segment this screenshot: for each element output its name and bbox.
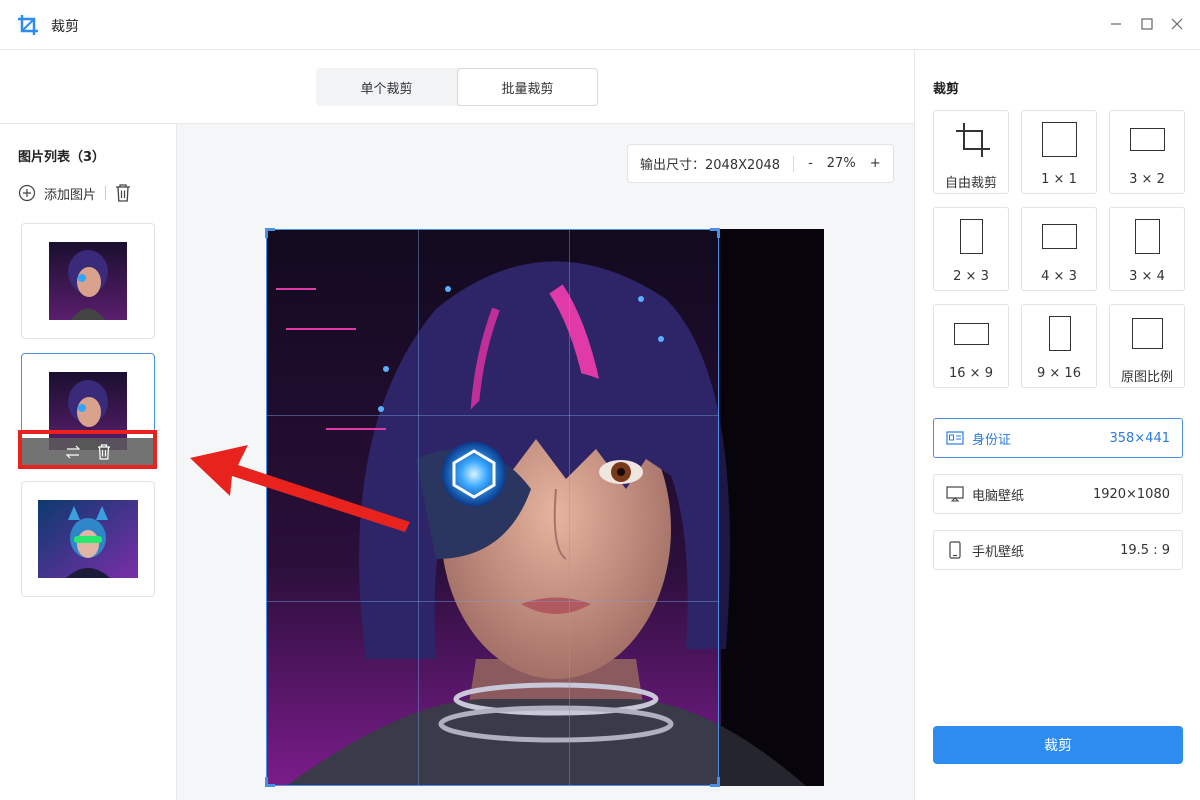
close-icon: [1171, 18, 1183, 30]
thumbnail-card-selected[interactable]: [21, 353, 155, 469]
image-list-panel: 图片列表（3） 添加图片: [0, 124, 177, 800]
trash-icon: [116, 184, 131, 202]
thumbnail-card[interactable]: [21, 223, 155, 339]
thumbnail-action-bar: [22, 438, 154, 466]
ratio-label: 3 × 2: [1129, 172, 1165, 187]
minimize-icon: [1111, 23, 1121, 25]
replace-icon[interactable]: [65, 445, 81, 459]
ratio-label: 16 × 9: [949, 366, 993, 381]
add-image-label: 添加图片: [44, 187, 97, 203]
preset-value: 19.5 : 9: [1120, 542, 1170, 558]
ratio-label: 1 × 1: [1041, 172, 1077, 187]
preset-value: 1920×1080: [1092, 486, 1170, 502]
preset-value: 358×441: [1109, 430, 1170, 446]
ratio-shape: [954, 323, 989, 345]
mode-bar: 单个裁剪 批量裁剪: [0, 50, 914, 124]
output-divider: [793, 155, 795, 172]
ratio-shape: [1132, 318, 1163, 349]
ratio-1x1-button[interactable]: 1 × 1: [1021, 110, 1097, 194]
ratio-2x3-button[interactable]: 2 × 3: [933, 207, 1009, 291]
zoom-in-button[interactable]: +: [866, 156, 885, 171]
image-list-title: 图片列表（3）: [18, 150, 106, 165]
ratio-4x3-button[interactable]: 4 × 3: [1021, 207, 1097, 291]
output-size-label: 输出尺寸：2048X2048: [640, 158, 781, 173]
preset-phone-wallpaper[interactable]: 手机壁纸 19.5 : 9: [933, 530, 1183, 570]
crop-options-panel: 裁剪 自由裁剪 1 × 1 3 × 2 2 × 3 4 × 3 3 × 4 16…: [914, 50, 1200, 800]
crop-submit-button[interactable]: 裁剪: [933, 726, 1183, 764]
preset-label: 电脑壁纸: [972, 488, 1025, 504]
ratio-shape: [1130, 128, 1165, 151]
crop-handle-top-left[interactable]: [265, 228, 275, 238]
image-list-toolbar: 添加图片: [18, 182, 131, 204]
thumbnail-image: [38, 500, 138, 578]
ratio-shape: [1049, 316, 1071, 351]
crop-outside-shade: [719, 229, 824, 786]
ratio-shape: [960, 219, 983, 254]
grid-line: [418, 230, 419, 785]
toolbar-divider: [105, 186, 107, 200]
ratio-label: 9 × 16: [1037, 366, 1081, 381]
ratio-16x9-button[interactable]: 16 × 9: [933, 304, 1009, 388]
crop-app-icon: [17, 14, 39, 36]
tab-single-crop[interactable]: 单个裁剪: [316, 68, 457, 106]
mode-tabs: 单个裁剪 批量裁剪: [316, 68, 598, 106]
zoom-value: 27%: [826, 156, 856, 171]
ratio-3x2-button[interactable]: 3 × 2: [1109, 110, 1185, 194]
ratio-label: 3 × 4: [1129, 269, 1165, 284]
tab-batch-crop[interactable]: 批量裁剪: [457, 68, 598, 106]
preset-id-card[interactable]: 身份证 358×441: [933, 418, 1183, 458]
output-size-bar: 输出尺寸：2048X2048 - 27% +: [627, 144, 894, 183]
preset-label: 身份证: [972, 432, 1012, 448]
grid-line: [267, 601, 718, 602]
zoom-out-button[interactable]: -: [804, 156, 817, 171]
ratio-shape: [1135, 219, 1160, 254]
crop-handle-bottom-right[interactable]: [710, 777, 720, 787]
close-button[interactable]: [1167, 14, 1187, 34]
grid-line: [569, 230, 570, 785]
title-bar: 裁剪: [0, 0, 1200, 50]
ratio-shape: [1042, 122, 1077, 157]
thumbnail-image: [49, 242, 127, 320]
crop-handle-bottom-left[interactable]: [265, 777, 275, 787]
grid-line: [267, 415, 718, 416]
ratio-free-button[interactable]: 自由裁剪: [933, 110, 1009, 194]
thumbnail-card[interactable]: [21, 481, 155, 597]
ratio-shape: [1042, 224, 1077, 249]
crop-options-title: 裁剪: [933, 82, 960, 97]
window-title: 裁剪: [51, 19, 79, 35]
ratio-9x16-button[interactable]: 9 × 16: [1021, 304, 1097, 388]
monitor-icon: [946, 485, 964, 503]
add-circle-icon: [18, 184, 36, 202]
id-card-icon: [946, 429, 964, 447]
maximize-icon: [1141, 18, 1153, 30]
delete-icon[interactable]: [97, 444, 111, 460]
minimize-button[interactable]: [1106, 14, 1126, 34]
preset-desktop-wallpaper[interactable]: 电脑壁纸 1920×1080: [933, 474, 1183, 514]
ratio-label: 2 × 3: [953, 269, 989, 284]
ratio-label: 原图比例: [1120, 370, 1173, 385]
crop-frame[interactable]: [265, 228, 720, 787]
delete-all-button[interactable]: [115, 184, 131, 202]
ratio-label: 4 × 3: [1041, 269, 1077, 284]
add-image-button[interactable]: 添加图片: [18, 184, 96, 203]
ratio-label: 自由裁剪: [944, 176, 997, 191]
ratio-original-button[interactable]: 原图比例: [1109, 304, 1185, 388]
crop-icon: [956, 123, 990, 157]
crop-handle-top-right[interactable]: [710, 228, 720, 238]
phone-icon: [946, 541, 964, 559]
maximize-button[interactable]: [1137, 14, 1157, 34]
crop-canvas: 输出尺寸：2048X2048 - 27% +: [177, 124, 914, 800]
ratio-3x4-button[interactable]: 3 × 4: [1109, 207, 1185, 291]
preset-label: 手机壁纸: [972, 544, 1025, 560]
